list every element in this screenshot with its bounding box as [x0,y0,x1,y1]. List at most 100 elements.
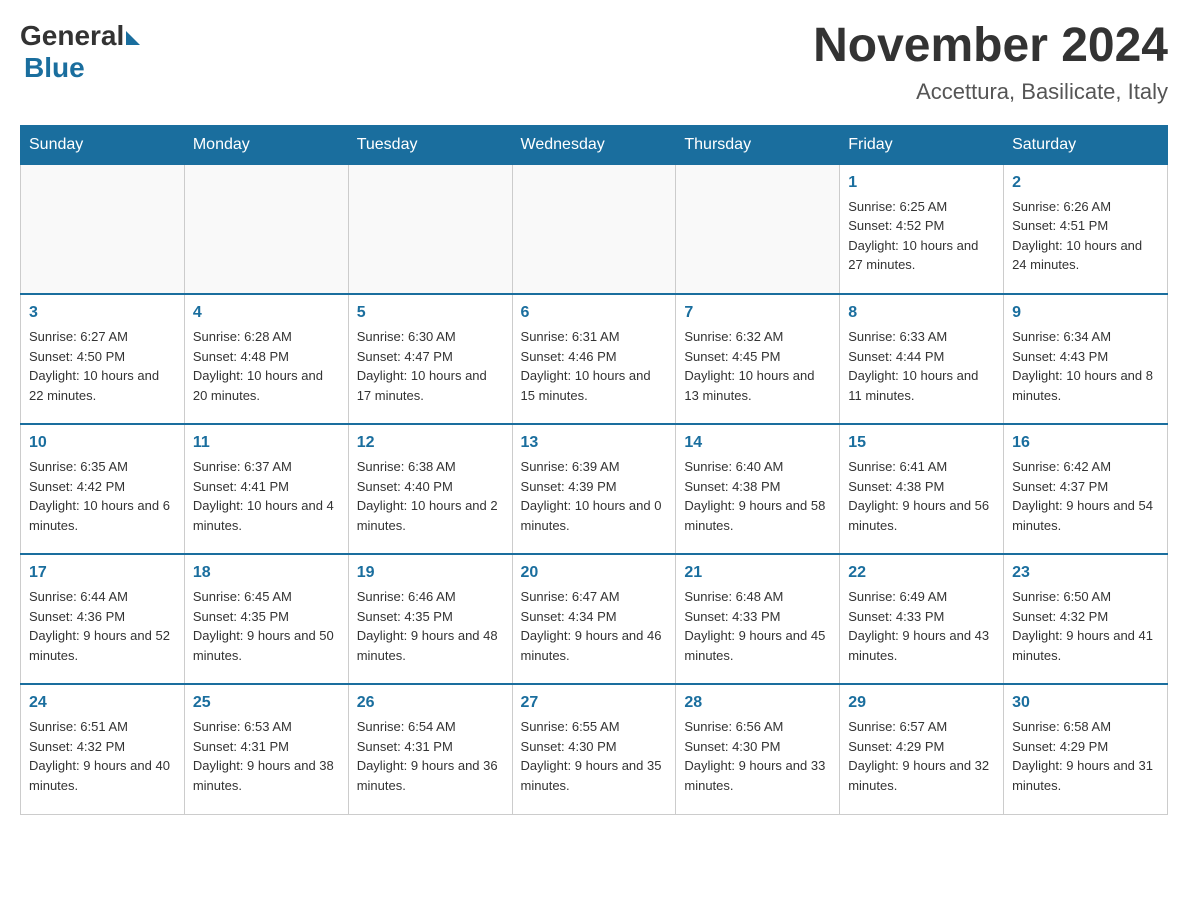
day-info: Sunrise: 6:39 AMSunset: 4:39 PMDaylight:… [521,457,668,535]
calendar-cell-18: 18Sunrise: 6:45 AMSunset: 4:35 PMDayligh… [184,554,348,684]
day-info: Sunrise: 6:42 AMSunset: 4:37 PMDaylight:… [1012,457,1159,535]
day-number: 30 [1012,691,1159,715]
day-number: 25 [193,691,340,715]
calendar-cell-28: 28Sunrise: 6:56 AMSunset: 4:30 PMDayligh… [676,684,840,814]
calendar-cell-14: 14Sunrise: 6:40 AMSunset: 4:38 PMDayligh… [676,424,840,554]
day-info: Sunrise: 6:38 AMSunset: 4:40 PMDaylight:… [357,457,504,535]
day-number: 19 [357,561,504,585]
col-header-saturday: Saturday [1004,125,1168,164]
calendar-week-2: 3Sunrise: 6:27 AMSunset: 4:50 PMDaylight… [21,294,1168,424]
day-info: Sunrise: 6:44 AMSunset: 4:36 PMDaylight:… [29,587,176,665]
day-number: 9 [1012,301,1159,325]
day-info: Sunrise: 6:53 AMSunset: 4:31 PMDaylight:… [193,717,340,795]
calendar-cell-empty [348,164,512,294]
day-number: 5 [357,301,504,325]
calendar-cell-30: 30Sunrise: 6:58 AMSunset: 4:29 PMDayligh… [1004,684,1168,814]
day-info: Sunrise: 6:50 AMSunset: 4:32 PMDaylight:… [1012,587,1159,665]
calendar-cell-25: 25Sunrise: 6:53 AMSunset: 4:31 PMDayligh… [184,684,348,814]
col-header-thursday: Thursday [676,125,840,164]
calendar-cell-17: 17Sunrise: 6:44 AMSunset: 4:36 PMDayligh… [21,554,185,684]
day-number: 10 [29,431,176,455]
day-info: Sunrise: 6:57 AMSunset: 4:29 PMDaylight:… [848,717,995,795]
logo-general-text: General [20,20,124,52]
day-info: Sunrise: 6:48 AMSunset: 4:33 PMDaylight:… [684,587,831,665]
day-number: 26 [357,691,504,715]
day-info: Sunrise: 6:40 AMSunset: 4:38 PMDaylight:… [684,457,831,535]
day-info: Sunrise: 6:25 AMSunset: 4:52 PMDaylight:… [848,197,995,275]
day-info: Sunrise: 6:30 AMSunset: 4:47 PMDaylight:… [357,327,504,405]
calendar-cell-empty [676,164,840,294]
day-info: Sunrise: 6:28 AMSunset: 4:48 PMDaylight:… [193,327,340,405]
calendar-cell-15: 15Sunrise: 6:41 AMSunset: 4:38 PMDayligh… [840,424,1004,554]
day-number: 24 [29,691,176,715]
day-info: Sunrise: 6:35 AMSunset: 4:42 PMDaylight:… [29,457,176,535]
day-info: Sunrise: 6:41 AMSunset: 4:38 PMDaylight:… [848,457,995,535]
calendar-cell-3: 3Sunrise: 6:27 AMSunset: 4:50 PMDaylight… [21,294,185,424]
calendar-cell-22: 22Sunrise: 6:49 AMSunset: 4:33 PMDayligh… [840,554,1004,684]
calendar-header-row: SundayMondayTuesdayWednesdayThursdayFrid… [21,125,1168,164]
calendar-cell-24: 24Sunrise: 6:51 AMSunset: 4:32 PMDayligh… [21,684,185,814]
day-number: 17 [29,561,176,585]
calendar-cell-6: 6Sunrise: 6:31 AMSunset: 4:46 PMDaylight… [512,294,676,424]
day-info: Sunrise: 6:46 AMSunset: 4:35 PMDaylight:… [357,587,504,665]
calendar-cell-29: 29Sunrise: 6:57 AMSunset: 4:29 PMDayligh… [840,684,1004,814]
day-info: Sunrise: 6:58 AMSunset: 4:29 PMDaylight:… [1012,717,1159,795]
day-number: 4 [193,301,340,325]
calendar-week-4: 17Sunrise: 6:44 AMSunset: 4:36 PMDayligh… [21,554,1168,684]
day-info: Sunrise: 6:26 AMSunset: 4:51 PMDaylight:… [1012,197,1159,275]
day-number: 20 [521,561,668,585]
calendar-cell-10: 10Sunrise: 6:35 AMSunset: 4:42 PMDayligh… [21,424,185,554]
day-number: 23 [1012,561,1159,585]
day-number: 14 [684,431,831,455]
calendar-cell-23: 23Sunrise: 6:50 AMSunset: 4:32 PMDayligh… [1004,554,1168,684]
calendar-cell-4: 4Sunrise: 6:28 AMSunset: 4:48 PMDaylight… [184,294,348,424]
day-number: 6 [521,301,668,325]
day-info: Sunrise: 6:49 AMSunset: 4:33 PMDaylight:… [848,587,995,665]
day-number: 21 [684,561,831,585]
day-number: 12 [357,431,504,455]
calendar-cell-27: 27Sunrise: 6:55 AMSunset: 4:30 PMDayligh… [512,684,676,814]
calendar-cell-empty [184,164,348,294]
location-text: Accettura, Basilicate, Italy [813,79,1168,105]
day-number: 15 [848,431,995,455]
calendar-cell-21: 21Sunrise: 6:48 AMSunset: 4:33 PMDayligh… [676,554,840,684]
day-info: Sunrise: 6:47 AMSunset: 4:34 PMDaylight:… [521,587,668,665]
calendar-cell-26: 26Sunrise: 6:54 AMSunset: 4:31 PMDayligh… [348,684,512,814]
day-number: 7 [684,301,831,325]
title-area: November 2024 Accettura, Basilicate, Ita… [813,20,1168,105]
day-number: 1 [848,171,995,195]
calendar-week-5: 24Sunrise: 6:51 AMSunset: 4:32 PMDayligh… [21,684,1168,814]
logo-blue-text: Blue [24,52,85,84]
calendar-cell-5: 5Sunrise: 6:30 AMSunset: 4:47 PMDaylight… [348,294,512,424]
day-info: Sunrise: 6:27 AMSunset: 4:50 PMDaylight:… [29,327,176,405]
day-number: 29 [848,691,995,715]
day-number: 16 [1012,431,1159,455]
calendar-cell-12: 12Sunrise: 6:38 AMSunset: 4:40 PMDayligh… [348,424,512,554]
calendar-cell-16: 16Sunrise: 6:42 AMSunset: 4:37 PMDayligh… [1004,424,1168,554]
calendar-table: SundayMondayTuesdayWednesdayThursdayFrid… [20,125,1168,815]
day-info: Sunrise: 6:45 AMSunset: 4:35 PMDaylight:… [193,587,340,665]
calendar-cell-20: 20Sunrise: 6:47 AMSunset: 4:34 PMDayligh… [512,554,676,684]
col-header-tuesday: Tuesday [348,125,512,164]
calendar-cell-13: 13Sunrise: 6:39 AMSunset: 4:39 PMDayligh… [512,424,676,554]
col-header-monday: Monday [184,125,348,164]
day-number: 22 [848,561,995,585]
day-info: Sunrise: 6:54 AMSunset: 4:31 PMDaylight:… [357,717,504,795]
calendar-cell-2: 2Sunrise: 6:26 AMSunset: 4:51 PMDaylight… [1004,164,1168,294]
page-header: General Blue November 2024 Accettura, Ba… [20,20,1168,105]
col-header-wednesday: Wednesday [512,125,676,164]
calendar-cell-19: 19Sunrise: 6:46 AMSunset: 4:35 PMDayligh… [348,554,512,684]
calendar-week-1: 1Sunrise: 6:25 AMSunset: 4:52 PMDaylight… [21,164,1168,294]
day-info: Sunrise: 6:31 AMSunset: 4:46 PMDaylight:… [521,327,668,405]
calendar-cell-empty [512,164,676,294]
day-number: 8 [848,301,995,325]
calendar-cell-1: 1Sunrise: 6:25 AMSunset: 4:52 PMDaylight… [840,164,1004,294]
calendar-week-3: 10Sunrise: 6:35 AMSunset: 4:42 PMDayligh… [21,424,1168,554]
day-info: Sunrise: 6:51 AMSunset: 4:32 PMDaylight:… [29,717,176,795]
day-number: 3 [29,301,176,325]
day-info: Sunrise: 6:34 AMSunset: 4:43 PMDaylight:… [1012,327,1159,405]
day-info: Sunrise: 6:33 AMSunset: 4:44 PMDaylight:… [848,327,995,405]
calendar-cell-empty [21,164,185,294]
day-number: 28 [684,691,831,715]
calendar-cell-8: 8Sunrise: 6:33 AMSunset: 4:44 PMDaylight… [840,294,1004,424]
